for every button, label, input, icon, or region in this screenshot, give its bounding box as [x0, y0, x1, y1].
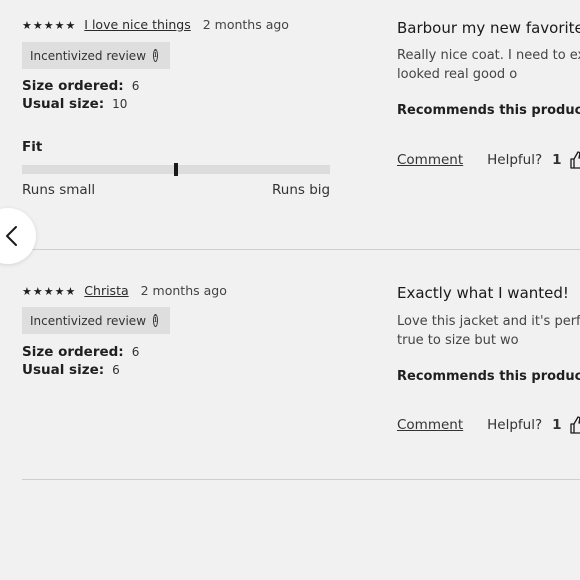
recommends-label: Recommends this product: [397, 369, 580, 384]
review-meta: ★★★★★ I love nice things 2 months ago: [22, 17, 289, 32]
review-card: ★★★★★ I love nice things 2 months ago In…: [0, 0, 580, 250]
review-author-link[interactable]: I love nice things: [84, 17, 190, 32]
review-date: 2 months ago: [202, 17, 289, 32]
helpful-label: Helpful?: [487, 152, 543, 168]
fit-label: Fit: [22, 139, 43, 155]
thumbs-up-icon[interactable]: [569, 416, 580, 434]
thumbs-up-icon[interactable]: [569, 151, 580, 169]
incentivized-badge: Incentivized review i: [22, 307, 170, 334]
size-ordered-label: Size ordered:: [22, 344, 124, 360]
usual-size-value: 10: [112, 97, 128, 111]
review-title: Barbour my new favorite: [397, 19, 580, 37]
size-ordered-label: Size ordered:: [22, 78, 124, 94]
fit-max-label: Runs big: [272, 182, 331, 198]
fit-scale: [22, 163, 330, 176]
usual-size-row: Usual size: 10: [22, 96, 127, 112]
review-title: Exactly what I wanted!: [397, 284, 569, 302]
badge-label: Incentivized review: [30, 313, 147, 328]
reviews-page: ★★★★★ I love nice things 2 months ago In…: [0, 0, 580, 580]
review-body: Really nice coat. I need to ex weight. I…: [397, 48, 580, 82]
fit-min-label: Runs small: [22, 182, 96, 198]
comment-link[interactable]: Comment: [397, 152, 463, 168]
review-meta: ★★★★★ Christa 2 months ago: [22, 283, 227, 298]
review-date: 2 months ago: [140, 283, 227, 298]
helpful-label: Helpful?: [487, 417, 543, 433]
usual-size-value: 6: [112, 363, 120, 377]
badge-label: Incentivized review: [30, 48, 147, 63]
review-body: Love this jacket and it's perfe and it f…: [397, 314, 580, 348]
usual-size-label: Usual size:: [22, 96, 105, 112]
incentivized-badge: Incentivized review i: [22, 42, 170, 69]
usual-size-row: Usual size: 6: [22, 362, 120, 378]
star-rating: ★★★★★: [22, 19, 77, 32]
review-actions: Comment Helpful? 1: [397, 151, 580, 169]
size-ordered-row: Size ordered: 6: [22, 344, 139, 360]
review-author-link[interactable]: Christa: [84, 283, 128, 298]
size-ordered-value: 6: [131, 79, 140, 93]
review-actions: Comment Helpful? 1: [397, 416, 580, 434]
size-ordered-row: Size ordered: 6: [22, 78, 139, 94]
review-card: ★★★★★ Christa 2 months ago Incentivized …: [0, 250, 580, 480]
star-rating: ★★★★★: [22, 285, 77, 298]
size-ordered-value: 6: [131, 345, 140, 359]
review-divider: [22, 479, 580, 480]
chevron-left-icon: [6, 226, 17, 246]
comment-link[interactable]: Comment: [397, 417, 463, 433]
helpful-count: 1: [552, 417, 562, 433]
recommends-label: Recommends this product: [397, 103, 580, 118]
fit-marker: [174, 163, 178, 176]
info-icon[interactable]: i: [153, 49, 158, 62]
helpful-count: 1: [552, 152, 562, 168]
usual-size-label: Usual size:: [22, 362, 105, 378]
info-icon[interactable]: i: [153, 314, 158, 327]
